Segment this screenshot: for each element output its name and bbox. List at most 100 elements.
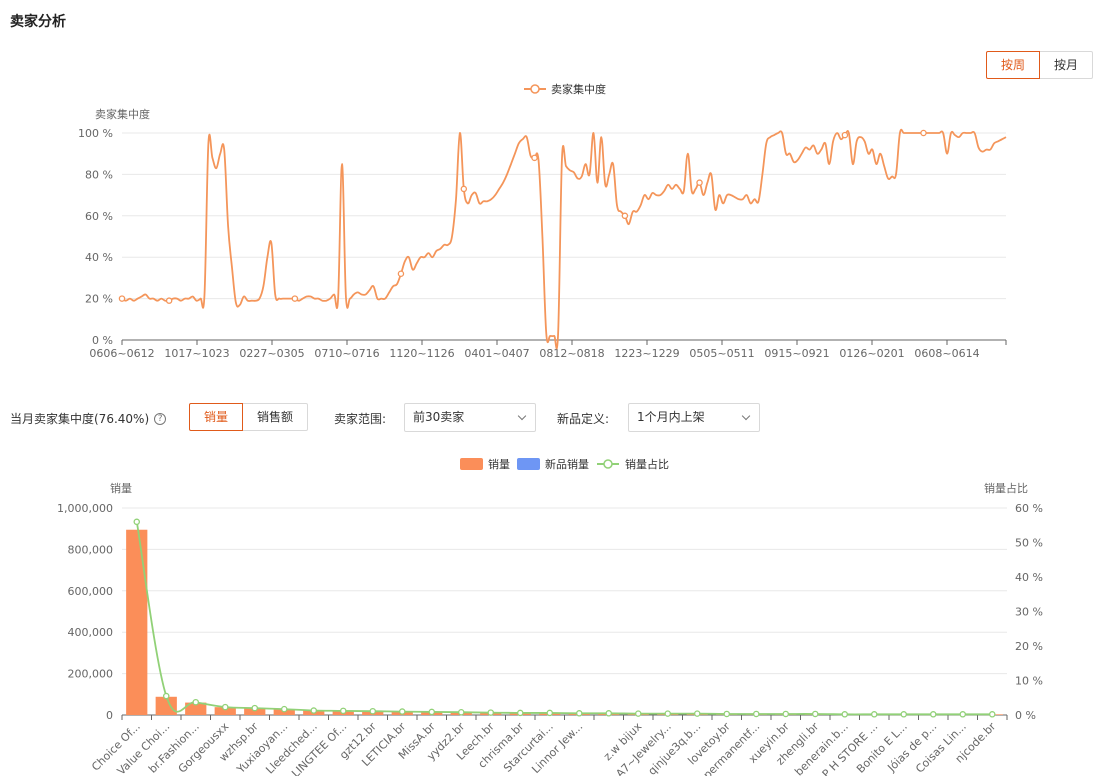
- y-tick-label: 600,000: [68, 585, 114, 598]
- share-point: [398, 708, 406, 715]
- share-point: [517, 709, 524, 717]
- share-point: [605, 710, 613, 717]
- x-tick-label: 0915~0921: [764, 347, 829, 360]
- x-tick-label: 0227~0305: [239, 347, 304, 360]
- y-axis-title: 销量: [110, 481, 132, 495]
- concentration-label: 当月卖家集中度(76.40%) ?: [10, 410, 167, 427]
- y-tick-label: 200,000: [68, 668, 114, 681]
- y-tick-label: 20 %: [85, 293, 113, 306]
- seller-range-select[interactable]: 前30卖家: [404, 403, 536, 432]
- y2-axis-title: 销量占比: [984, 481, 1028, 495]
- share-point: [694, 710, 701, 717]
- data-point: [165, 297, 173, 304]
- share-point: [753, 710, 760, 718]
- legend-share-marker: [603, 459, 613, 469]
- data-point: [291, 295, 299, 302]
- legend-label: 卖家集中度: [551, 82, 606, 96]
- x-tick-label: 1017~1023: [164, 347, 229, 360]
- data-point: [841, 131, 849, 139]
- legend-new-volume-label: 新品销量: [545, 457, 589, 471]
- share-point: [900, 711, 908, 718]
- line-legend: 卖家集中度: [524, 82, 606, 96]
- seller-concentration-chart: 卖家集中度卖家集中度0 %20 %40 %60 %80 %100 %0606~0…: [78, 82, 1007, 360]
- volume-tab[interactable]: 销量: [189, 403, 244, 431]
- chevron-down-icon: [517, 411, 527, 421]
- bar-legend: 销量 新品销量 销量占比: [460, 457, 669, 471]
- y-tick-label: 400,000: [68, 626, 114, 639]
- x-tick-label: 1120~1126: [389, 347, 454, 360]
- share-point: [280, 705, 288, 713]
- data-point: [460, 185, 468, 193]
- x-tick-label: 0126~0201: [839, 347, 904, 360]
- concentration-line: [121, 128, 1007, 350]
- share-point: [192, 698, 199, 706]
- new-product-def-select[interactable]: 1个月内上架: [628, 403, 760, 432]
- share-point: [723, 710, 731, 718]
- share-point: [635, 710, 642, 717]
- sales-amount-tab[interactable]: 销售额: [243, 403, 309, 431]
- new-product-def-label: 新品定义:: [557, 412, 610, 426]
- share-point: [989, 711, 996, 718]
- metric-toggle: 销量 销售额: [189, 403, 309, 431]
- y2-tick-label: 40 %: [1015, 571, 1043, 584]
- share-point: [339, 707, 347, 715]
- data-point: [696, 179, 703, 186]
- y-tick-label: 0: [106, 709, 113, 722]
- data-point: [621, 212, 629, 220]
- seller-range-label: 卖家范围:: [334, 412, 387, 426]
- legend-share-label: 销量占比: [625, 457, 669, 471]
- y-tick-label: 60 %: [85, 210, 113, 223]
- y2-tick-label: 30 %: [1015, 606, 1043, 619]
- legend-volume-label: 销量: [488, 457, 510, 471]
- share-point: [664, 710, 672, 717]
- legend-new-volume-swatch: [517, 458, 540, 470]
- share-point: [428, 708, 435, 716]
- x-tick-label: 0606~0612: [89, 347, 154, 360]
- y2-tick-label: 20 %: [1015, 640, 1043, 653]
- x-tick-label: 1223~1229: [614, 347, 679, 360]
- share-point: [812, 710, 819, 718]
- y-tick-label: 800,000: [68, 543, 114, 556]
- share-point: [221, 703, 229, 711]
- share-point: [930, 711, 937, 718]
- y2-tick-label: 10 %: [1015, 675, 1043, 688]
- volume-bar: [155, 696, 177, 715]
- share-point: [162, 692, 170, 700]
- volume-bar: [126, 529, 148, 715]
- y-tick-label: 40 %: [85, 251, 113, 264]
- share-point: [782, 710, 790, 718]
- share-point: [133, 518, 140, 526]
- share-point: [369, 707, 376, 715]
- question-circle-icon[interactable]: ?: [154, 412, 167, 425]
- data-point: [920, 129, 927, 137]
- share-point: [959, 711, 967, 718]
- share-point: [871, 711, 878, 718]
- x-tick-label: 0608~0614: [914, 347, 979, 360]
- seller-volume-chart: 销量 新品销量 销量占比销量 销量占比0200,000400,000600,00080…: [57, 457, 1043, 776]
- share-point: [841, 711, 849, 718]
- share-point: [576, 710, 583, 717]
- chevron-down-icon: [741, 411, 751, 421]
- legend-circle-marker: [530, 84, 540, 94]
- y-tick-label: 1,000,000: [57, 502, 113, 515]
- y-tick-label: 0 %: [92, 334, 113, 347]
- data-point: [118, 295, 126, 302]
- x-tick-label: 0710~0716: [314, 347, 379, 360]
- share-point: [487, 709, 494, 716]
- data-point: [397, 270, 405, 278]
- y2-tick-label: 60 %: [1015, 502, 1043, 515]
- y2-tick-label: 50 %: [1015, 537, 1043, 550]
- x-tick-label: 0505~0511: [689, 347, 754, 360]
- data-point: [531, 154, 538, 162]
- seller-range-value: 前30卖家: [413, 410, 465, 424]
- y-tick-label: 80 %: [85, 168, 113, 181]
- x-tick-label: 0401~0407: [464, 347, 529, 360]
- share-point: [546, 709, 554, 717]
- new-product-def-value: 1个月内上架: [637, 410, 705, 424]
- y-tick-label: 100 %: [78, 127, 113, 140]
- x-tick-label: 0812~0818: [539, 347, 604, 360]
- share-point: [457, 708, 465, 716]
- share-point: [251, 704, 258, 712]
- share-point: [310, 707, 317, 714]
- share-line: [135, 521, 993, 716]
